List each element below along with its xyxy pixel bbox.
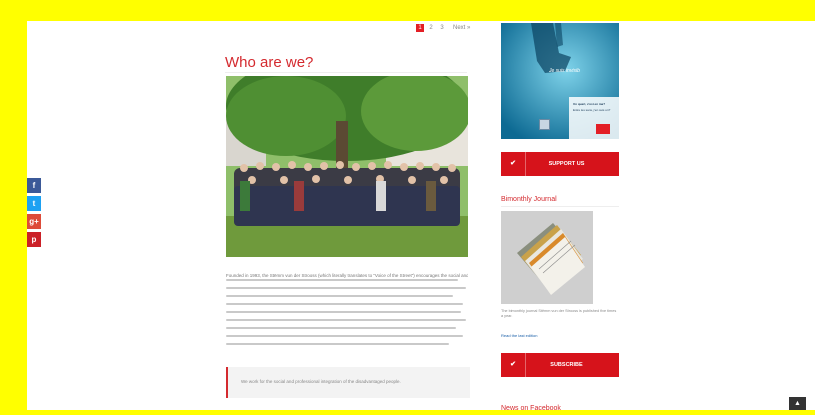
support-us-button[interactable]: ✔ SUPPORT US [501, 152, 619, 176]
pinterest-icon[interactable]: p [27, 232, 41, 247]
support-us-label: SUPPORT US [548, 161, 585, 167]
pagination: 1 2 3 Next » [416, 24, 470, 32]
heart-hand-icon: ✔ [501, 152, 526, 176]
scroll-to-top-button[interactable]: ▲ [789, 397, 806, 410]
journal-description: The bimonthly journal Stëmm vun der Stro… [501, 309, 617, 318]
page-3[interactable]: 3 [438, 24, 446, 32]
facebook-news-heading: News on Facebook [501, 405, 561, 412]
intro-text: Founded in 1993, the Stëmm vun der Stroo… [226, 272, 468, 351]
campaign-poster[interactable]: Je suis invisib Un quart, c'est en ma? E… [501, 23, 619, 139]
subscribe-button[interactable]: ✔ SUBSCRIBE [501, 353, 619, 377]
twitter-icon[interactable]: t [27, 196, 41, 211]
title-divider [225, 72, 467, 73]
journal-link[interactable]: Read the last edition [501, 333, 537, 338]
page-title: Who are we? [225, 54, 314, 71]
subscribe-label: SUBSCRIBE [550, 362, 583, 368]
intro-first-line: Founded in 1993, the Stëmm vun der Stroo… [226, 273, 468, 278]
next-page-link[interactable]: Next » [453, 25, 470, 31]
poster-question: Un quart, c'est en ma? [573, 102, 606, 106]
share-bar: f t g+ p [27, 178, 41, 250]
journal-divider [501, 206, 619, 207]
qr-code-icon [539, 119, 550, 130]
poster-headline: Je suis invisib [549, 68, 580, 74]
journal-cover-image[interactable] [501, 211, 593, 304]
group-photo [226, 76, 468, 257]
googleplus-icon[interactable]: g+ [27, 214, 41, 229]
organisation-logo [596, 124, 610, 134]
page-2[interactable]: 2 [427, 24, 435, 32]
envelope-icon: ✔ [501, 353, 526, 377]
facebook-icon[interactable]: f [27, 178, 41, 193]
chevron-up-icon: ▲ [794, 400, 801, 407]
poster-subtext: Entre les sans, j'en suis un? [573, 108, 611, 112]
journal-heading: Bimonthly Journal [501, 196, 557, 203]
page-1[interactable]: 1 [416, 24, 424, 32]
blockquote: We work for the social and professional … [226, 367, 470, 398]
quote-text: We work for the social and professional … [241, 379, 401, 384]
